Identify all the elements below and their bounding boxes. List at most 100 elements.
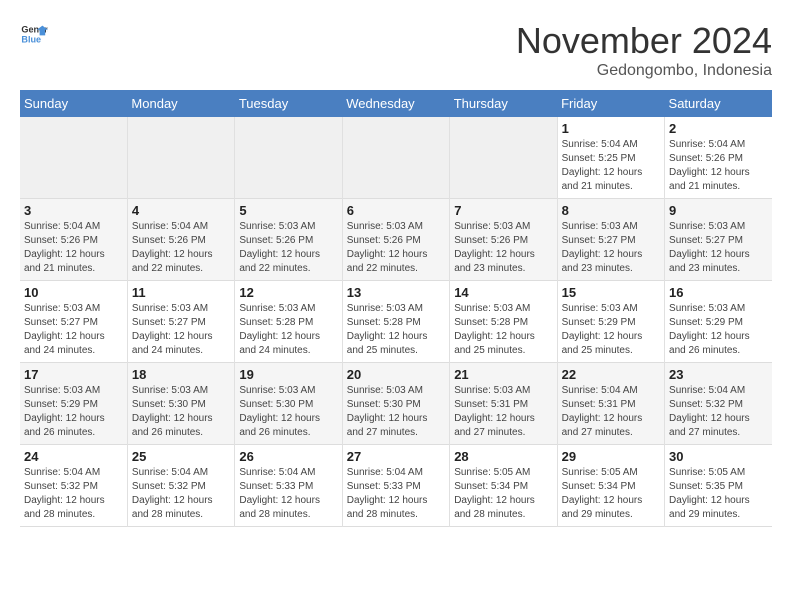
calendar-cell: 6 Sunrise: 5:03 AMSunset: 5:26 PMDaylight…	[342, 199, 449, 281]
day-number: 6	[347, 203, 445, 218]
calendar-cell	[450, 117, 557, 199]
logo-icon: General Blue	[20, 20, 48, 48]
calendar-week-row: 3 Sunrise: 5:04 AMSunset: 5:26 PMDaylight…	[20, 199, 772, 281]
day-of-week-header: Monday	[127, 90, 234, 117]
day-number: 11	[132, 285, 230, 300]
calendar-week-row: 1 Sunrise: 5:04 AMSunset: 5:25 PMDaylight…	[20, 117, 772, 199]
calendar-cell: 9 Sunrise: 5:03 AMSunset: 5:27 PMDaylight…	[665, 199, 772, 281]
calendar-cell: 10 Sunrise: 5:03 AMSunset: 5:27 PMDayligh…	[20, 281, 127, 363]
calendar-cell: 11 Sunrise: 5:03 AMSunset: 5:27 PMDayligh…	[127, 281, 234, 363]
day-number: 14	[454, 285, 552, 300]
day-number: 2	[669, 121, 768, 136]
location: Gedongombo, Indonesia	[516, 62, 772, 80]
calendar-cell: 24 Sunrise: 5:04 AMSunset: 5:32 PMDayligh…	[20, 445, 127, 527]
day-info: Sunrise: 5:03 AMSunset: 5:29 PMDaylight:…	[669, 302, 768, 358]
svg-text:Blue: Blue	[21, 34, 41, 44]
day-info: Sunrise: 5:03 AMSunset: 5:27 PMDaylight:…	[669, 220, 768, 276]
day-info: Sunrise: 5:04 AMSunset: 5:26 PMDaylight:…	[24, 220, 123, 276]
calendar-table: SundayMondayTuesdayWednesdayThursdayFrid…	[20, 90, 772, 527]
day-info: Sunrise: 5:03 AMSunset: 5:29 PMDaylight:…	[24, 384, 123, 440]
day-number: 10	[24, 285, 123, 300]
calendar-week-row: 10 Sunrise: 5:03 AMSunset: 5:27 PMDayligh…	[20, 281, 772, 363]
day-number: 18	[132, 367, 230, 382]
calendar-cell: 29 Sunrise: 5:05 AMSunset: 5:34 PMDayligh…	[557, 445, 664, 527]
day-info: Sunrise: 5:04 AMSunset: 5:25 PMDaylight:…	[562, 138, 660, 194]
day-number: 1	[562, 121, 660, 136]
day-number: 27	[347, 449, 445, 464]
day-info: Sunrise: 5:03 AMSunset: 5:28 PMDaylight:…	[347, 302, 445, 358]
month-title: November 2024	[516, 20, 772, 62]
calendar-cell: 28Sunrise: 5:05 AMSunset: 5:34 PMDayligh…	[450, 445, 557, 527]
day-info: Sunrise: 5:03 AMSunset: 5:30 PMDaylight:…	[132, 384, 230, 440]
day-info: Sunrise: 5:03 AMSunset: 5:29 PMDaylight:…	[562, 302, 660, 358]
day-info: Sunrise: 5:03 AMSunset: 5:26 PMDaylight:…	[454, 220, 552, 276]
calendar-cell: 15Sunrise: 5:03 AMSunset: 5:29 PMDayligh…	[557, 281, 664, 363]
calendar-cell: 14 Sunrise: 5:03 AMSunset: 5:28 PMDayligh…	[450, 281, 557, 363]
calendar-cell: 4Sunrise: 5:04 AMSunset: 5:26 PMDaylight…	[127, 199, 234, 281]
day-info: Sunrise: 5:04 AMSunset: 5:26 PMDaylight:…	[132, 220, 230, 276]
day-of-week-header: Tuesday	[235, 90, 342, 117]
day-info: Sunrise: 5:04 AMSunset: 5:26 PMDaylight:…	[669, 138, 768, 194]
day-number: 19	[239, 367, 337, 382]
calendar-cell: 16 Sunrise: 5:03 AMSunset: 5:29 PMDayligh…	[665, 281, 772, 363]
day-info: Sunrise: 5:04 AMSunset: 5:33 PMDaylight:…	[347, 466, 445, 522]
day-info: Sunrise: 5:03 AMSunset: 5:31 PMDaylight:…	[454, 384, 552, 440]
calendar-cell: 5Sunrise: 5:03 AMSunset: 5:26 PMDaylight…	[235, 199, 342, 281]
day-number: 9	[669, 203, 768, 218]
calendar-cell	[127, 117, 234, 199]
calendar-cell: 27 Sunrise: 5:04 AMSunset: 5:33 PMDayligh…	[342, 445, 449, 527]
calendar-week-row: 24 Sunrise: 5:04 AMSunset: 5:32 PMDayligh…	[20, 445, 772, 527]
calendar-cell	[235, 117, 342, 199]
day-info: Sunrise: 5:04 AMSunset: 5:32 PMDaylight:…	[132, 466, 230, 522]
day-info: Sunrise: 5:05 AMSunset: 5:34 PMDaylight:…	[454, 466, 552, 522]
calendar-cell	[342, 117, 449, 199]
day-number: 16	[669, 285, 768, 300]
calendar-cell: 1 Sunrise: 5:04 AMSunset: 5:25 PMDaylight…	[557, 117, 664, 199]
calendar-cell: 13 Sunrise: 5:03 AMSunset: 5:28 PMDayligh…	[342, 281, 449, 363]
day-number: 29	[562, 449, 660, 464]
day-of-week-header: Wednesday	[342, 90, 449, 117]
day-number: 17	[24, 367, 123, 382]
calendar-week-row: 17 Sunrise: 5:03 AMSunset: 5:29 PMDayligh…	[20, 363, 772, 445]
calendar-cell: 20 Sunrise: 5:03 AMSunset: 5:30 PMDayligh…	[342, 363, 449, 445]
day-number: 7	[454, 203, 552, 218]
day-info: Sunrise: 5:03 AMSunset: 5:27 PMDaylight:…	[24, 302, 123, 358]
day-number: 24	[24, 449, 123, 464]
day-info: Sunrise: 5:04 AMSunset: 5:31 PMDaylight:…	[562, 384, 660, 440]
calendar-header-row: SundayMondayTuesdayWednesdayThursdayFrid…	[20, 90, 772, 117]
day-of-week-header: Thursday	[450, 90, 557, 117]
day-number: 30	[669, 449, 768, 464]
day-info: Sunrise: 5:03 AMSunset: 5:26 PMDaylight:…	[347, 220, 445, 276]
day-info: Sunrise: 5:03 AMSunset: 5:30 PMDaylight:…	[239, 384, 337, 440]
day-number: 20	[347, 367, 445, 382]
day-of-week-header: Friday	[557, 90, 664, 117]
calendar-cell: 18 Sunrise: 5:03 AMSunset: 5:30 PMDayligh…	[127, 363, 234, 445]
day-number: 3	[24, 203, 123, 218]
title-block: November 2024 Gedongombo, Indonesia	[516, 20, 772, 80]
day-info: Sunrise: 5:05 AMSunset: 5:34 PMDaylight:…	[562, 466, 660, 522]
day-info: Sunrise: 5:03 AMSunset: 5:27 PMDaylight:…	[132, 302, 230, 358]
day-info: Sunrise: 5:03 AMSunset: 5:28 PMDaylight:…	[239, 302, 337, 358]
day-info: Sunrise: 5:03 AMSunset: 5:28 PMDaylight:…	[454, 302, 552, 358]
day-number: 26	[239, 449, 337, 464]
calendar-cell: 23Sunrise: 5:04 AMSunset: 5:32 PMDayligh…	[665, 363, 772, 445]
calendar-cell: 17 Sunrise: 5:03 AMSunset: 5:29 PMDayligh…	[20, 363, 127, 445]
day-number: 22	[562, 367, 660, 382]
calendar-cell: 12 Sunrise: 5:03 AMSunset: 5:28 PMDayligh…	[235, 281, 342, 363]
day-of-week-header: Saturday	[665, 90, 772, 117]
day-info: Sunrise: 5:03 AMSunset: 5:26 PMDaylight:…	[239, 220, 337, 276]
day-info: Sunrise: 5:04 AMSunset: 5:32 PMDaylight:…	[24, 466, 123, 522]
day-info: Sunrise: 5:04 AMSunset: 5:32 PMDaylight:…	[669, 384, 768, 440]
calendar-cell: 30Sunrise: 5:05 AMSunset: 5:35 PMDayligh…	[665, 445, 772, 527]
day-number: 21	[454, 367, 552, 382]
day-number: 12	[239, 285, 337, 300]
day-info: Sunrise: 5:04 AMSunset: 5:33 PMDaylight:…	[239, 466, 337, 522]
page-header: General Blue November 2024 Gedongombo, I…	[20, 20, 772, 80]
day-info: Sunrise: 5:03 AMSunset: 5:30 PMDaylight:…	[347, 384, 445, 440]
calendar-cell	[20, 117, 127, 199]
calendar-cell: 8Sunrise: 5:03 AMSunset: 5:27 PMDaylight…	[557, 199, 664, 281]
calendar-cell: 21 Sunrise: 5:03 AMSunset: 5:31 PMDayligh…	[450, 363, 557, 445]
calendar-cell: 26 Sunrise: 5:04 AMSunset: 5:33 PMDayligh…	[235, 445, 342, 527]
calendar-cell: 3 Sunrise: 5:04 AMSunset: 5:26 PMDaylight…	[20, 199, 127, 281]
day-number: 13	[347, 285, 445, 300]
